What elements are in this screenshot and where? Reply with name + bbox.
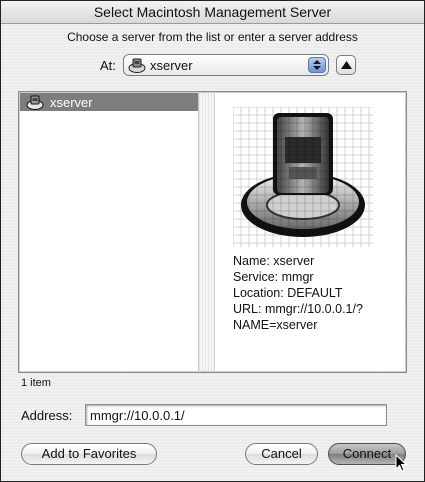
server-service-line: Service: mmgr bbox=[233, 270, 314, 284]
triangle-up-icon bbox=[341, 61, 352, 69]
address-input[interactable] bbox=[85, 404, 387, 426]
item-count: 1 item bbox=[21, 377, 51, 389]
add-to-favorites-button[interactable]: Add to Favorites bbox=[21, 443, 157, 465]
server-info: Name: xserver Service: mmgr Location: DE… bbox=[233, 253, 363, 333]
server-list-column: xserver bbox=[20, 93, 199, 371]
mouse-pointer-icon bbox=[395, 453, 408, 477]
parent-folder-button[interactable] bbox=[336, 55, 356, 75]
location-popup[interactable]: xserver bbox=[123, 54, 329, 76]
server-preview: Name: xserver Service: mmgr Location: DE… bbox=[215, 93, 405, 371]
server-list-item[interactable]: xserver bbox=[20, 93, 198, 111]
cancel-button[interactable]: Cancel bbox=[245, 443, 318, 465]
popup-arrows-icon bbox=[308, 57, 326, 73]
dialog-window: Select Macintosh Management Server Choos… bbox=[0, 0, 425, 482]
column-resize-track[interactable] bbox=[199, 93, 215, 371]
xserve-large-icon bbox=[233, 107, 373, 252]
server-location-line: Location: DEFAULT bbox=[233, 286, 343, 300]
server-browser: xserver Name: xserver Service: mmgr Loca… bbox=[18, 91, 407, 373]
instruction-text: Choose a server from the list or enter a… bbox=[67, 30, 358, 44]
window-title: Select Macintosh Management Server bbox=[1, 1, 424, 24]
address-label: Address: bbox=[21, 408, 73, 423]
server-list-item-label: xserver bbox=[50, 95, 93, 110]
location-value: xserver bbox=[150, 58, 193, 73]
server-name-line: Name: xserver bbox=[233, 254, 315, 268]
xserve-icon bbox=[26, 94, 44, 110]
xserve-icon bbox=[128, 57, 146, 73]
server-url-line: URL: mmgr://10.0.0.1/? bbox=[233, 302, 363, 316]
at-label: At: bbox=[100, 58, 116, 73]
server-url-continued-line: NAME=xserver bbox=[233, 318, 318, 332]
